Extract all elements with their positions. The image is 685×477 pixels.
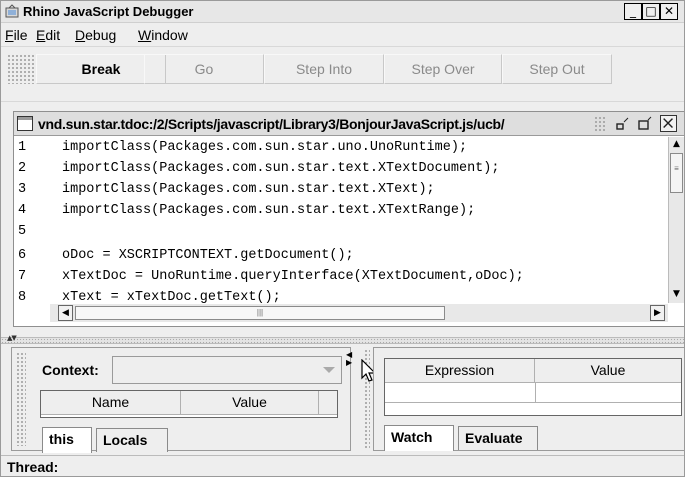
line-number: 4 — [18, 203, 27, 218]
context-label: Context: — [42, 362, 99, 378]
split-arrows-icon[interactable]: ◀ ▶ — [346, 351, 352, 367]
document-icon — [17, 116, 33, 131]
code-line[interactable]: 6 oDoc = XSCRIPTCONTEXT.getDocument(); — [14, 247, 664, 266]
code-line[interactable]: 4 importClass(Packages.com.sun.star.text.… — [14, 202, 664, 221]
scroll-right-arrow-icon[interactable]: ▶ — [650, 305, 665, 321]
tab-this[interactable]: this — [42, 427, 92, 453]
code-line[interactable]: 1 importClass(Packages.com.sun.star.uno.U… — [14, 139, 664, 158]
debugger-window: Rhino JavaScript Debugger _ □ ✕ File Edi… — [0, 0, 685, 477]
line-number: 5 — [18, 224, 27, 239]
scroll-down-arrow-icon[interactable]: ▼ — [669, 287, 684, 302]
source-frame-title: vnd.sun.star.tdoc:/2/Scripts/javascript/… — [38, 116, 505, 132]
tab-locals[interactable]: Locals — [96, 428, 168, 452]
expression-column-header[interactable]: Expression — [385, 359, 535, 383]
watch-row-divider — [535, 383, 536, 403]
code-line[interactable]: 5 — [14, 223, 664, 242]
iconify-icon[interactable] — [614, 115, 631, 132]
window-title: Rhino JavaScript Debugger — [23, 4, 194, 19]
watch-row[interactable] — [385, 383, 681, 403]
tab-evaluate[interactable]: Evaluate — [458, 426, 538, 450]
code-line[interactable]: 7 xTextDoc = UnoRuntime.queryInterface(XT… — [14, 268, 664, 287]
close-button[interactable]: ✕ — [660, 3, 678, 20]
horizontal-scroll-thumb[interactable]: ||| — [75, 306, 445, 320]
panel-grip-handle[interactable] — [16, 352, 26, 446]
step-out-button[interactable]: Step Out — [502, 54, 612, 84]
menu-file[interactable]: File — [5, 27, 28, 43]
menu-bar: File Edit Debug Window — [1, 24, 684, 45]
tab-watch[interactable]: Watch — [384, 425, 454, 451]
step-into-button[interactable]: Step Into — [264, 54, 384, 84]
line-number: 2 — [18, 161, 27, 176]
horizontal-scrollbar[interactable]: ◀ ||| ▶ — [50, 304, 668, 322]
code-text: xTextDoc = UnoRuntime.queryInterface(XTe… — [62, 269, 524, 284]
code-text: importClass(Packages.com.sun.star.text.X… — [62, 182, 435, 197]
line-number: 8 — [18, 290, 27, 303]
vertical-scrollbar[interactable]: ▲ ≡ ▼ — [668, 137, 684, 303]
context-panel: Context: Name Value this Locals — [11, 347, 351, 453]
watch-panel: Expression Value Watch Evaluate — [373, 347, 684, 451]
code-text: importClass(Packages.com.sun.star.text.X… — [62, 203, 476, 218]
scroll-left-arrow-icon[interactable]: ◀ — [58, 305, 73, 321]
code-editor[interactable]: 1 importClass(Packages.com.sun.star.uno.U… — [14, 137, 666, 303]
step-over-button[interactable]: Step Over — [384, 54, 502, 84]
code-text: oDoc = XSCRIPTCONTEXT.getDocument(); — [62, 248, 354, 263]
title-bar[interactable]: Rhino JavaScript Debugger _ □ ✕ — [1, 1, 684, 23]
horizontal-split-divider[interactable]: ▲▼ — [1, 334, 684, 344]
line-number: 7 — [18, 269, 27, 284]
line-number: 3 — [18, 182, 27, 197]
line-number: 1 — [18, 140, 27, 155]
column-header-filler — [319, 391, 337, 415]
dropdown-arrow-icon[interactable] — [323, 367, 335, 373]
variables-table[interactable]: Name Value — [40, 390, 338, 418]
code-line[interactable]: 3 importClass(Packages.com.sun.star.text.… — [14, 181, 664, 200]
source-frame: vnd.sun.star.tdoc:/2/Scripts/javascript/… — [13, 111, 684, 327]
code-line[interactable]: 2 importClass(Packages.com.sun.star.text.… — [14, 160, 664, 179]
minimize-button[interactable]: _ — [624, 3, 642, 20]
vertical-scroll-thumb[interactable]: ≡ — [670, 153, 683, 193]
watch-value-column-header[interactable]: Value — [535, 359, 681, 383]
value-column-header[interactable]: Value — [181, 391, 319, 415]
source-frame-title-bar[interactable]: vnd.sun.star.tdoc:/2/Scripts/javascript/… — [14, 112, 684, 136]
restore-icon[interactable] — [636, 115, 653, 132]
context-dropdown[interactable] — [112, 356, 342, 384]
go-button[interactable]: Go — [144, 54, 264, 84]
code-text: xText = xTextDoc.getText(); — [62, 290, 281, 303]
thread-label: Thread: — [7, 459, 59, 475]
split-collapse-arrows-icon[interactable]: ▲▼ — [7, 334, 17, 342]
code-text: importClass(Packages.com.sun.star.text.X… — [62, 161, 500, 176]
frame-grip-handle — [594, 116, 606, 132]
code-text: importClass(Packages.com.sun.star.uno.Un… — [62, 140, 468, 155]
line-number: 6 — [18, 248, 27, 263]
frame-close-icon[interactable] — [660, 115, 677, 132]
name-column-header[interactable]: Name — [41, 391, 181, 415]
watch-table[interactable]: Expression Value — [384, 358, 682, 416]
code-line[interactable]: 8 xText = xTextDoc.getText(); — [14, 289, 664, 303]
menu-debug[interactable]: Debug — [75, 27, 116, 43]
scroll-up-arrow-icon[interactable]: ▲ — [669, 137, 684, 152]
toolbar-grip-handle[interactable] — [7, 54, 35, 84]
menu-edit[interactable]: Edit — [36, 27, 60, 43]
menu-window[interactable]: Window — [138, 27, 188, 43]
status-bar: Thread: — [1, 455, 684, 476]
maximize-button[interactable]: □ — [642, 3, 660, 20]
app-icon — [5, 4, 19, 18]
toolbar: Break Go Step Into Step Over Step Out — [1, 46, 684, 102]
